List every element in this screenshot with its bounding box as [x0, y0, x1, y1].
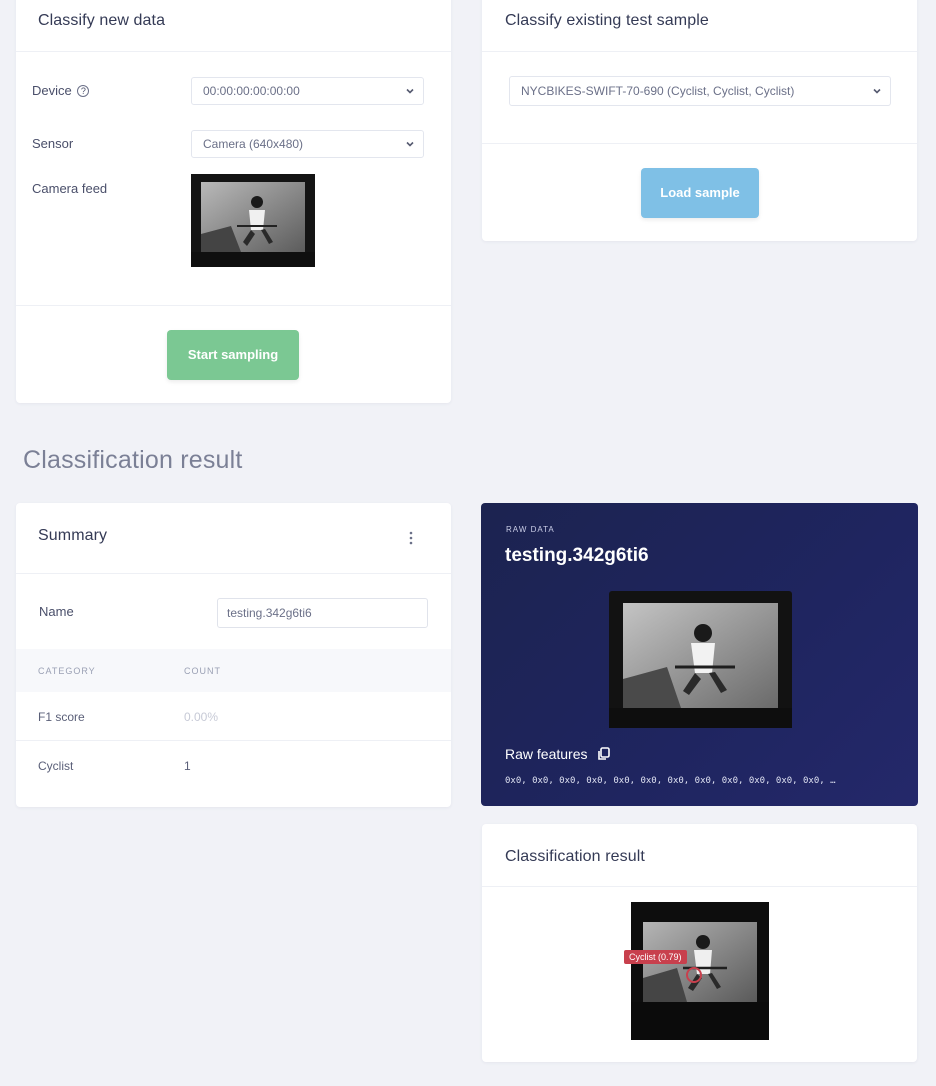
name-label: Name: [39, 604, 74, 619]
row-category: Cyclist: [38, 759, 74, 773]
start-sampling-button[interactable]: Start sampling: [167, 330, 299, 380]
classification-result-card: Classification result Cyclist (0.79): [482, 824, 917, 1062]
classification-result-image: [631, 902, 769, 1040]
device-label-text: Device: [32, 83, 72, 98]
classify-new-data-title: Classify new data: [38, 12, 166, 29]
divider: [16, 305, 451, 306]
device-label: Device ?: [32, 83, 90, 98]
table-header: CATEGORY COUNT: [16, 649, 451, 692]
classify-existing-title: Classify existing test sample: [505, 12, 709, 29]
camera-feed-label: Camera feed: [32, 181, 108, 196]
divider: [482, 886, 917, 887]
classify-existing-card: Classify existing test sample NYCBIKES-S…: [482, 0, 917, 241]
row-category: F1 score: [38, 710, 85, 724]
raw-data-panel: RAW DATA testing.342g6ti6 Raw features 0…: [481, 503, 918, 806]
column-header-count: COUNT: [184, 666, 221, 676]
name-field-value: testing.342g6ti6: [227, 606, 312, 620]
copy-icon[interactable]: [597, 747, 611, 764]
help-icon[interactable]: ?: [77, 85, 90, 97]
summary-card: Summary Name testing.342g6ti6 CATEGORY C…: [16, 503, 451, 807]
device-select-value: 00:00:00:00:00:00: [203, 84, 300, 98]
chevron-down-icon: [406, 88, 414, 94]
table-row: F1 score 0.00%: [16, 692, 451, 741]
load-sample-button[interactable]: Load sample: [641, 168, 759, 218]
chevron-down-icon: [873, 88, 881, 94]
detection-label: Cyclist (0.79): [624, 950, 687, 964]
sensor-select-value: Camera (640x480): [203, 137, 304, 151]
column-header-category: CATEGORY: [38, 666, 96, 676]
raw-data-title: testing.342g6ti6: [505, 545, 649, 566]
classify-new-data-card: Classify new data Device ? 00:00:00:00:0…: [16, 0, 451, 403]
more-options-icon[interactable]: [409, 531, 413, 545]
raw-features-label: Raw features: [505, 746, 611, 764]
row-count: 1: [184, 759, 191, 773]
raw-data-eyebrow: RAW DATA: [506, 525, 555, 534]
camera-feed-image: [191, 174, 315, 267]
sensor-select[interactable]: Camera (640x480): [191, 130, 424, 158]
raw-features-value: 0x0, 0x0, 0x0, 0x0, 0x0, 0x0, 0x0, 0x0, …: [505, 776, 836, 786]
sensor-label: Sensor: [32, 136, 74, 151]
test-sample-select-value: NYCBIKES-SWIFT-70-690 (Cyclist, Cyclist,…: [521, 84, 795, 98]
name-field[interactable]: testing.342g6ti6: [217, 598, 428, 628]
table-row: Cyclist 1: [16, 741, 451, 790]
classification-result-heading: Classification result: [23, 446, 243, 474]
classification-result-title: Classification result: [505, 848, 645, 865]
divider: [16, 573, 451, 574]
divider: [482, 51, 917, 52]
raw-features-label-text: Raw features: [505, 746, 588, 762]
chevron-down-icon: [406, 141, 414, 147]
divider: [16, 51, 451, 52]
divider: [482, 143, 917, 144]
test-sample-select[interactable]: NYCBIKES-SWIFT-70-690 (Cyclist, Cyclist,…: [509, 76, 891, 106]
summary-title: Summary: [38, 527, 108, 544]
raw-data-image: [609, 591, 792, 728]
row-count: 0.00%: [184, 710, 219, 724]
device-select[interactable]: 00:00:00:00:00:00: [191, 77, 424, 105]
